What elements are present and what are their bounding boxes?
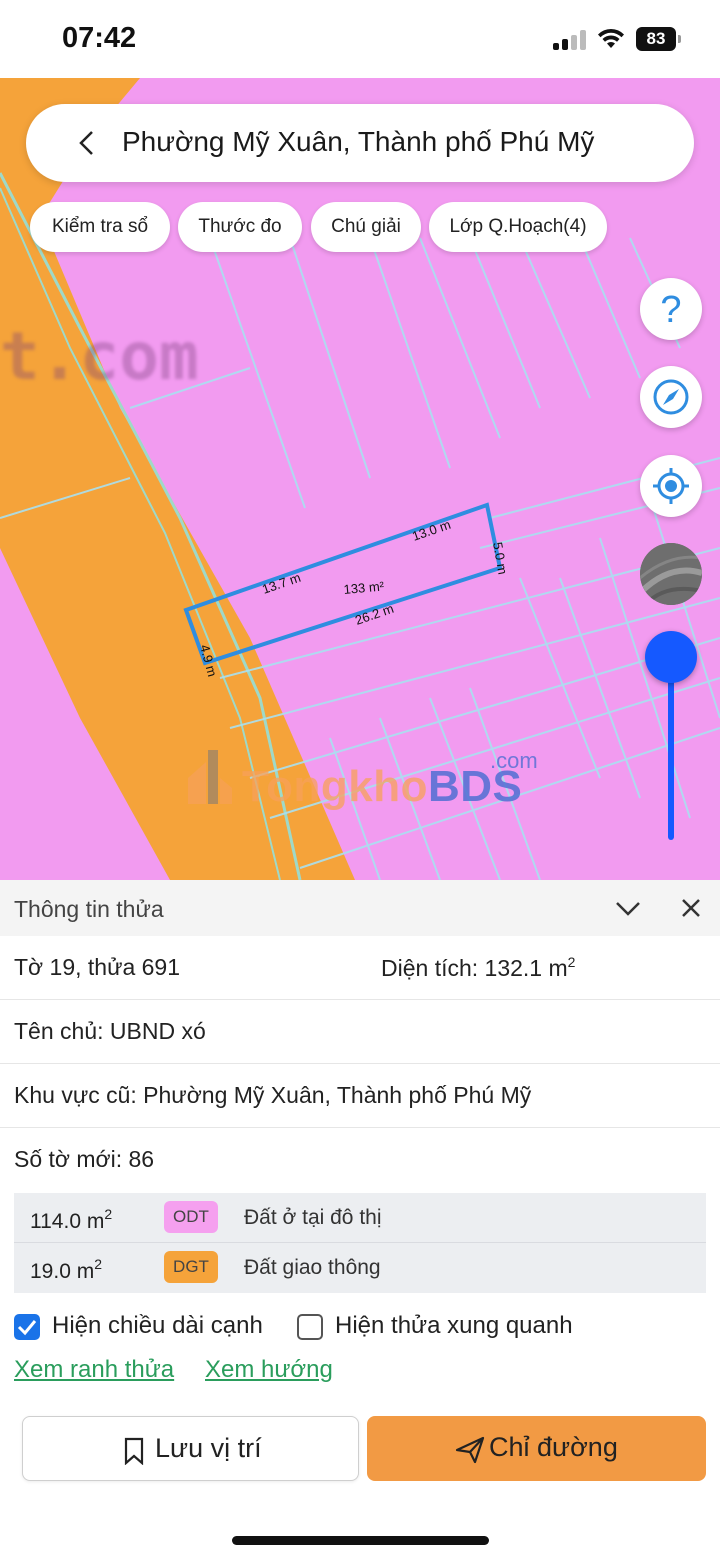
watermark-house-icon xyxy=(188,750,232,804)
chip-legend[interactable]: Chú giải xyxy=(311,202,421,252)
new-sheet-row: Số tờ mới: 86 xyxy=(0,1128,720,1192)
land-use-name: Đất ở tại đô thị xyxy=(244,1206,382,1229)
cellular-signal-icon xyxy=(553,30,587,50)
panel-title: Thông tin thửa xyxy=(14,896,164,922)
checkbox-unchecked-icon[interactable] xyxy=(297,1314,323,1340)
satellite-layer-button[interactable] xyxy=(640,543,702,605)
compass-icon xyxy=(653,379,689,415)
svg-text:?: ? xyxy=(660,289,681,329)
land-use-code-badge: ODT xyxy=(164,1201,218,1233)
save-location-label: Lưu vị trí xyxy=(155,1433,262,1463)
satellite-thumbnail-icon xyxy=(640,543,702,605)
crosshair-location-icon xyxy=(653,468,689,504)
sheet-plot-number: Tờ 19, thửa 691 xyxy=(14,954,181,980)
chip-ruler[interactable]: Thước đo xyxy=(178,202,302,252)
new-sheet-number: Số tờ mới: 86 xyxy=(14,1146,155,1172)
owner-row: Tên chủ: UBND xó xyxy=(0,1000,720,1064)
show-edge-length-label: Hiện chiều dài cạnh xyxy=(52,1312,263,1339)
panel-header: Thông tin thửa xyxy=(0,880,720,936)
close-icon[interactable] xyxy=(680,897,702,919)
watermark-dotcom: .com xyxy=(490,748,538,773)
chip-check-book[interactable]: Kiểm tra sổ xyxy=(30,202,170,252)
watermark-top-text: t.com xyxy=(0,318,199,395)
watermark-text-tongkho: Tongkho xyxy=(242,762,428,811)
land-use-area: 114.0 m2 xyxy=(30,1206,113,1233)
directions-label: Chỉ đường xyxy=(489,1432,618,1462)
land-use-row: 19.0 m2 DGT Đất giao thông xyxy=(14,1243,706,1293)
send-arrow-icon xyxy=(455,1436,485,1464)
directions-button[interactable]: Chỉ đường xyxy=(367,1416,706,1481)
home-indicator[interactable] xyxy=(232,1536,489,1545)
chevron-down-icon[interactable] xyxy=(614,897,642,919)
bookmark-icon xyxy=(124,1437,144,1465)
land-use-code-badge: DGT xyxy=(164,1251,218,1283)
compass-button[interactable] xyxy=(640,366,702,428)
save-location-button[interactable]: Lưu vị trí xyxy=(22,1416,359,1481)
watermark: TongkhoBDS .com xyxy=(184,748,544,812)
status-bar: 07:42 83 xyxy=(0,0,720,78)
back-arrow-icon[interactable] xyxy=(74,130,100,156)
area-value: Diện tích: 132.1 m2 xyxy=(381,954,575,982)
chip-planning-layer[interactable]: Lớp Q.Hoạch(4) xyxy=(429,202,607,252)
view-plot-boundary-link[interactable]: Xem ranh thửa xyxy=(14,1356,174,1384)
sheet-plot-row: Tờ 19, thửa 691 Diện tích: 132.1 m2 xyxy=(0,936,720,1000)
show-surrounding-plots-label: Hiện thửa xung quanh xyxy=(335,1312,573,1339)
checkbox-checked-icon[interactable] xyxy=(14,1314,40,1340)
land-use-name: Đất giao thông xyxy=(244,1256,381,1279)
location-search-bar[interactable]: Phường Mỹ Xuân, Thành phố Phú Mỹ xyxy=(26,104,694,182)
owner-name: Tên chủ: UBND xó xyxy=(14,1018,206,1044)
wifi-icon xyxy=(598,28,624,48)
view-direction-link[interactable]: Xem hướng xyxy=(205,1356,333,1384)
status-time: 07:42 xyxy=(62,22,137,54)
opacity-slider-handle[interactable] xyxy=(645,631,697,683)
battery-level: 83 xyxy=(636,27,676,51)
area-unit-sup: 2 xyxy=(567,954,576,970)
opacity-slider-track[interactable] xyxy=(668,658,674,840)
my-location-button[interactable] xyxy=(640,455,702,517)
land-use-row: 114.0 m2 ODT Đất ở tại đô thị xyxy=(14,1193,706,1243)
help-button[interactable]: ? xyxy=(640,278,702,340)
question-mark-icon: ? xyxy=(660,289,681,329)
old-area-row: Khu vực cũ: Phường Mỹ Xuân, Thành phố Ph… xyxy=(0,1064,720,1128)
old-area: Khu vực cũ: Phường Mỹ Xuân, Thành phố Ph… xyxy=(14,1082,532,1108)
area-label: Diện tích: 132.1 m xyxy=(381,955,568,981)
location-title: Phường Mỹ Xuân, Thành phố Phú Mỹ xyxy=(122,126,595,157)
land-use-area: 19.0 m2 xyxy=(30,1256,102,1283)
battery-icon: 83 xyxy=(636,27,682,51)
